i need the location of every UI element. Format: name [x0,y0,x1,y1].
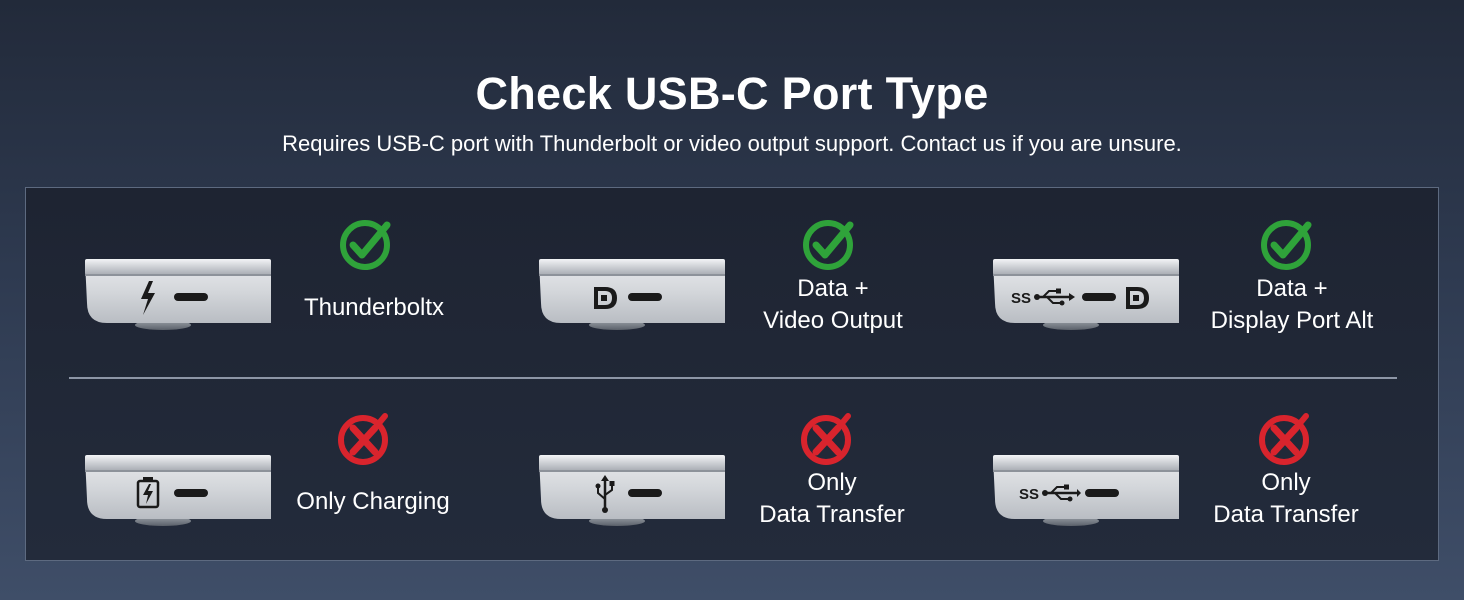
displayport-icon [594,287,617,309]
check-icon [803,220,854,270]
svg-text:SS: SS [1019,486,1039,503]
svg-text:SS: SS [1011,290,1031,307]
x-icon [801,413,851,465]
page-subtitle: Requires USB-C port with Thunderbolt or … [282,131,1182,156]
page-title: Check USB-C Port Type [475,68,989,119]
check-icon [1261,220,1312,270]
port-label-superspeed-displayport: Data + Display Port Alt [1210,275,1374,334]
x-icon [338,413,388,465]
port-label-displayport: Data + Video Output [763,275,903,334]
row-divider [69,377,1397,379]
laptop-port-superspeed-usb: SS [993,451,1179,527]
laptop-port-superspeed-displayport: SS [993,255,1179,331]
port-label-thunderbolt: Thunderboltx [303,294,445,321]
port-label-superspeed-usb: Only Data Transfer [1213,469,1359,528]
port-label-charging: Only Charging [296,488,450,515]
laptop-port-displayport [539,255,725,331]
x-icon [1259,413,1309,465]
check-icon [340,220,391,270]
laptop-port-charging [85,451,271,527]
port-label-usb: Only Data Transfer [759,469,905,528]
laptop-port-thunderbolt [85,255,271,331]
laptop-port-usb [539,451,725,527]
